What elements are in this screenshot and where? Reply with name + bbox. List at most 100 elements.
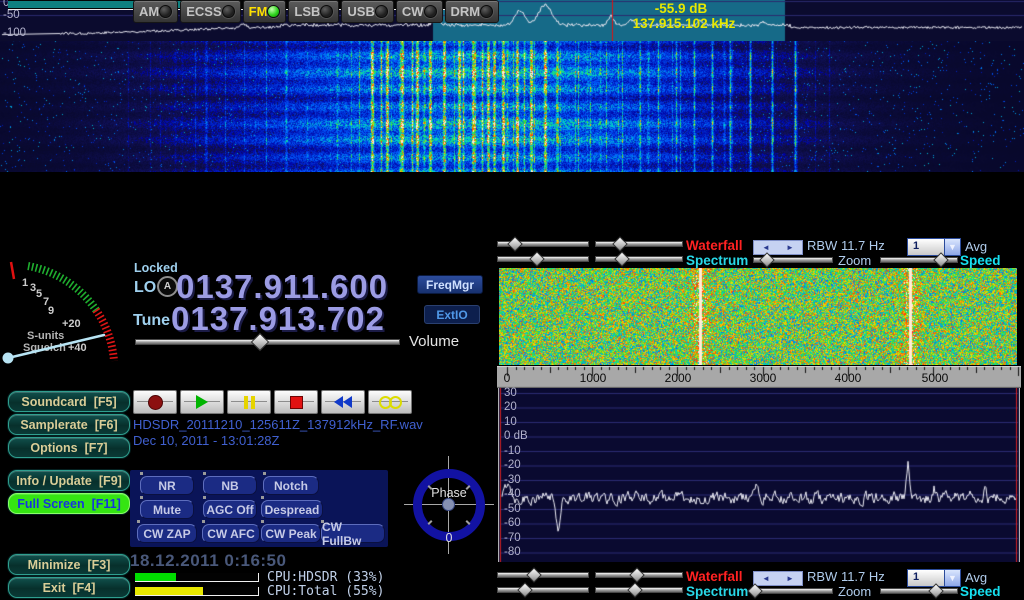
mode-label: LSB xyxy=(294,4,320,19)
mode-drm-button[interactable]: DRM xyxy=(445,0,500,23)
scale-label: 2000 xyxy=(665,371,692,385)
waterfall-brightness-slider-bottom[interactable] xyxy=(497,568,589,581)
zoom-slider-bottom[interactable] xyxy=(753,584,833,597)
recorder-bar xyxy=(133,390,412,414)
spectrum-contrast-slider-bottom[interactable] xyxy=(595,583,683,596)
s-meter: 1 3 5 7 9 +20 +40 S-units Squelch xyxy=(0,256,130,370)
slider-thumb[interactable] xyxy=(928,583,944,599)
mode-led-icon xyxy=(267,5,280,18)
slider-thumb[interactable] xyxy=(517,582,533,598)
spectrum-label-bottom: Spectrum xyxy=(686,584,748,599)
arrow-right-icon[interactable]: ► xyxy=(786,243,794,252)
slider-thumb[interactable] xyxy=(614,251,630,267)
slider-groove xyxy=(880,588,958,594)
stop-button[interactable] xyxy=(274,390,318,414)
button-key: [F4] xyxy=(73,581,96,595)
cw-zap-button[interactable]: CW ZAP xyxy=(137,524,197,543)
cpu-hdsdr-text: CPU:HDSDR (33%) xyxy=(267,570,384,585)
arrow-left-icon[interactable]: ◄ xyxy=(762,574,770,583)
loop-button[interactable] xyxy=(368,390,412,414)
mode-am-button[interactable]: AM xyxy=(133,0,178,23)
waterfall-contrast-slider-top[interactable] xyxy=(595,237,683,250)
s-meter-needle-pivot xyxy=(3,353,14,364)
mode-fm-button[interactable]: FM xyxy=(243,0,287,23)
slider-groove xyxy=(497,587,589,593)
rbw-label-top: RBW 11.7 Hz xyxy=(807,238,885,253)
mode-label: USB xyxy=(347,4,374,19)
s-meter-peak-marker xyxy=(11,262,14,279)
agc-button[interactable]: AGC Off xyxy=(203,500,257,519)
soundcard-button[interactable]: Soundcard[F5] xyxy=(8,391,130,412)
cw-fullbw-button[interactable]: CW FullBw xyxy=(321,524,385,543)
mute-button[interactable]: Mute xyxy=(140,500,194,519)
waterfall-brightness-slider-top[interactable] xyxy=(497,237,589,250)
extio-button[interactable]: ExtIO xyxy=(424,305,480,324)
slider-thumb[interactable] xyxy=(526,567,542,583)
spectrum-brightness-slider-bottom[interactable] xyxy=(497,583,589,596)
pause-button[interactable] xyxy=(227,390,271,414)
slider-thumb[interactable] xyxy=(748,583,764,599)
audio-db-label: 20 xyxy=(504,401,517,413)
waterfall-contrast-slider-bottom[interactable] xyxy=(595,568,683,581)
audio-db-label: -60 xyxy=(504,517,521,529)
audio-waterfall[interactable] xyxy=(499,268,1017,365)
rewind-button[interactable] xyxy=(321,390,365,414)
mode-usb-button[interactable]: USB xyxy=(341,0,393,23)
cpu-total-bar xyxy=(135,587,259,596)
auto-lo-button[interactable]: A xyxy=(157,276,178,297)
audio-spectrum[interactable]: 30 20 10 0 dB -10 -20 -30 -40 -50 -60 -7… xyxy=(498,388,1020,562)
zoom-slider-top[interactable] xyxy=(753,253,833,266)
slider-thumb[interactable] xyxy=(612,236,628,252)
tune-label: Tune xyxy=(133,312,170,330)
despread-button[interactable]: Despread xyxy=(261,500,323,519)
cw-afc-button[interactable]: CW AFC xyxy=(202,524,260,543)
minimize-button[interactable]: Minimize[F3] xyxy=(8,554,130,575)
button-key: [F6] xyxy=(95,418,118,432)
record-button[interactable] xyxy=(133,390,177,414)
spectrum-brightness-slider-top[interactable] xyxy=(497,252,589,265)
s-meter-tick-label: +20 xyxy=(62,318,81,330)
mode-led-icon xyxy=(222,5,235,18)
button-key: [F3] xyxy=(87,558,110,572)
loop-icon xyxy=(379,396,402,409)
arrow-left-icon[interactable]: ◄ xyxy=(762,243,770,252)
mode-led-icon xyxy=(320,5,333,18)
play-button[interactable] xyxy=(180,390,224,414)
avg-label-bottom: Avg xyxy=(965,570,987,585)
slider-thumb[interactable] xyxy=(250,333,268,351)
mode-cw-button[interactable]: CW xyxy=(396,0,443,23)
arrow-right-icon[interactable]: ► xyxy=(786,574,794,583)
slider-thumb[interactable] xyxy=(508,236,524,252)
tune-frequency-display[interactable]: 0137.913.702 xyxy=(171,300,385,338)
volume-slider[interactable] xyxy=(135,335,400,348)
speed-slider-top[interactable] xyxy=(880,253,958,266)
scale-label: 0 xyxy=(504,371,511,385)
slider-thumb[interactable] xyxy=(529,251,545,267)
notch-button[interactable]: Notch xyxy=(263,476,319,495)
speed-slider-bottom[interactable] xyxy=(880,584,958,597)
slider-thumb[interactable] xyxy=(933,252,949,268)
button-label: Soundcard xyxy=(21,395,86,409)
slider-thumb[interactable] xyxy=(629,567,645,583)
mode-lsb-button[interactable]: LSB xyxy=(288,0,339,23)
nb-button[interactable]: NB xyxy=(203,476,257,495)
button-label: Samplerate xyxy=(20,418,87,432)
freqmgr-button[interactable]: FreqMgr xyxy=(417,275,483,294)
fullscreen-button[interactable]: Full Screen[F11] xyxy=(8,493,130,514)
info-update-button[interactable]: Info / Update[F9] xyxy=(8,470,130,491)
cw-peak-button[interactable]: CW Peak xyxy=(261,524,321,543)
audio-frequency-scale[interactable]: 0 1000 2000 3000 4000 5000 xyxy=(497,366,1021,388)
cpu-hdsdr-fill xyxy=(135,573,176,581)
exit-button[interactable]: Exit[F4] xyxy=(8,577,130,598)
mode-ecss-button[interactable]: ECSS xyxy=(180,0,240,23)
options-button[interactable]: Options[F7] xyxy=(8,437,130,458)
slider-thumb[interactable] xyxy=(760,252,776,268)
nr-button[interactable]: NR xyxy=(140,476,194,495)
cpu-hdsdr-bar xyxy=(135,573,259,582)
spectrum-contrast-slider-top[interactable] xyxy=(595,252,683,265)
slider-thumb[interactable] xyxy=(627,582,643,598)
spectrum-db-label: -100 xyxy=(3,27,26,39)
samplerate-button[interactable]: Samplerate [F6] xyxy=(8,414,130,435)
slider-groove xyxy=(595,256,683,262)
cpu-total-text: CPU:Total (55%) xyxy=(267,584,384,599)
